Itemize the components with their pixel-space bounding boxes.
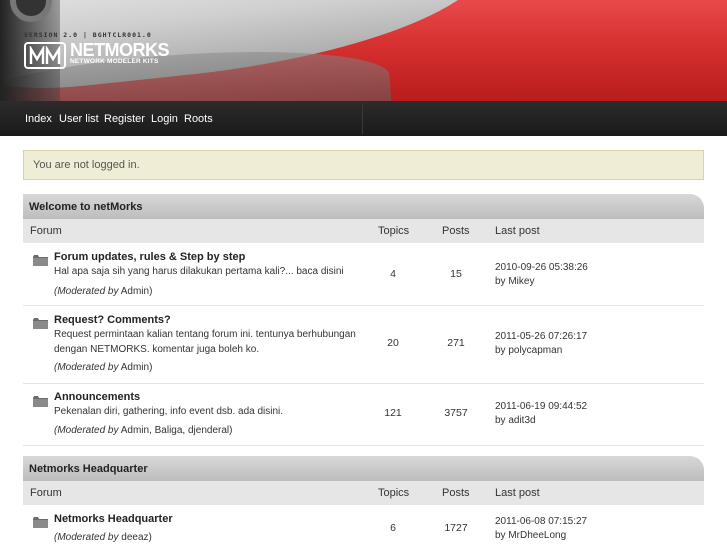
category-header: Netmorks Headquarter [23,456,704,482]
forum-title[interactable]: Announcements [54,391,140,403]
nav-roots[interactable]: Roots [184,113,213,125]
moderated-label: (Moderated by [54,286,119,297]
column-header-row: Forum Topics Posts Last post [23,481,704,505]
forum-description: Hal apa saja sih yang harus dilakukan pe… [54,266,344,277]
moderator-names[interactable]: deeaz) [121,532,152,543]
posts-count: 271 [447,337,465,349]
nav-register[interactable]: Register [104,113,145,125]
main-nav: Index User list Register Login Roots [0,101,727,136]
nav-divider [362,103,363,134]
forum-title[interactable]: Request? Comments? [54,314,171,326]
forum-title[interactable]: Netmorks Headquarter [54,513,173,525]
netmorks-logo-icon[interactable] [24,42,66,69]
last-post-date: 2010-09-26 05:38:26 [495,262,588,273]
last-post-author[interactable]: by adit3d [495,413,536,428]
forum-moderators: (Moderated by Admin) [54,362,152,373]
column-forum: Forum [30,225,62,237]
last-post-date: 2011-06-08 07:15:27 [495,516,588,527]
topics-count: 6 [390,522,396,534]
forum-row: Announcements Pekenalan diri, gathering,… [23,384,704,446]
forum-row: Netmorks Headquarter (Moderated by deeaz… [23,505,704,545]
topics-count: 20 [387,337,399,349]
column-header-row: Forum Topics Posts Last post [23,219,704,243]
column-forum: Forum [30,487,62,499]
column-topics: Topics [378,487,410,499]
nav-login[interactable]: Login [151,113,178,125]
column-last-post: Last post [495,225,540,237]
last-post-date: 2011-06-19 09:44:52 [495,401,588,412]
folder-icon [33,517,48,528]
last-post-author[interactable]: by polycapman [495,343,562,358]
version-text: VERSION 2.0 | BGHTCLR001.0 [24,31,152,39]
last-post-date: 2011-05-26 07:26:17 [495,331,588,342]
posts-count: 1727 [444,522,468,534]
column-posts: Posts [442,225,470,237]
forum-moderators: (Moderated by deeaz) [54,532,152,543]
column-topics: Topics [378,225,410,237]
last-post-author[interactable]: by MrDheeLong [495,528,566,543]
posts-count: 3757 [444,407,468,419]
site-banner: VERSION 2.0 | BGHTCLR001.0 NETMORKS NETW… [0,0,727,101]
folder-icon [33,318,48,329]
last-post-author[interactable]: by Mikey [495,274,534,289]
column-last-post: Last post [495,487,540,499]
category-header: Welcome to netMorks [23,194,704,220]
login-notice-text: You are not logged in. [33,159,140,171]
forum-row: Request? Comments? Request permintaan ka… [23,306,704,384]
moderator-names[interactable]: Admin, Baliga, djenderal) [121,425,233,436]
moderator-names[interactable]: Admin) [121,286,153,297]
moderated-label: (Moderated by [54,362,119,373]
forum-description: Pekenalan diri, gathering, info event ds… [54,406,284,417]
moderated-label: (Moderated by [54,425,119,436]
nav-index[interactable]: Index [25,113,52,125]
folder-icon [33,396,48,407]
forum-moderators: (Moderated by Admin, Baliga, djenderal) [54,425,232,436]
category-title[interactable]: Netmorks Headquarter [29,463,148,475]
moderated-label: (Moderated by [54,532,119,543]
topics-count: 121 [384,407,402,419]
forum-row: Forum updates, rules & Step by step Hal … [23,243,704,306]
forum-title[interactable]: Forum updates, rules & Step by step [54,251,245,263]
forum-description: Request permintaan kalian tentang forum … [54,329,356,355]
moderator-names[interactable]: Admin) [121,362,153,373]
brand-tagline: NETWORK MODELER KITS [70,58,159,65]
topics-count: 4 [390,268,396,280]
category-title[interactable]: Welcome to netMorks [29,201,143,213]
posts-count: 15 [450,268,462,280]
nav-user-list[interactable]: User list [59,113,99,125]
column-posts: Posts [442,487,470,499]
forum-moderators: (Moderated by Admin) [54,286,152,297]
folder-icon [33,255,48,266]
login-notice: You are not logged in. [23,150,704,180]
